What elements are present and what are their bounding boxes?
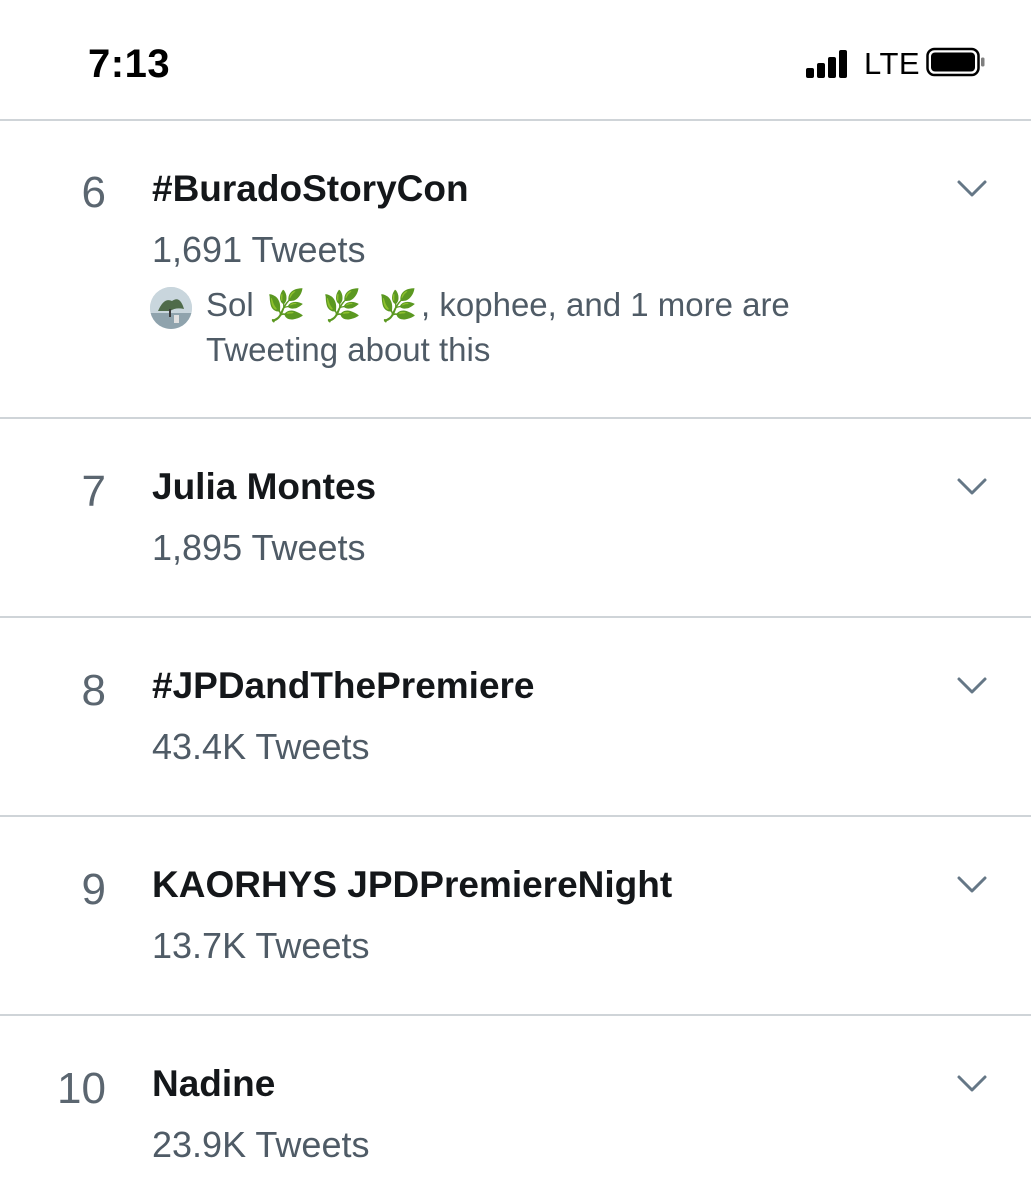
- chevron-down-icon[interactable]: [956, 873, 988, 897]
- trend-tweet-count: 1,691 Tweets: [152, 229, 366, 270]
- trend-name: KAORHYS JPDPremiereNight: [152, 864, 673, 905]
- trend-rank: 7: [81, 467, 106, 516]
- trend-rank: 6: [81, 168, 106, 217]
- trend-item[interactable]: 10 Nadine 23.9K Tweets: [0, 1016, 1031, 1200]
- chevron-down-icon[interactable]: [956, 475, 988, 499]
- trend-tweet-count: 1,895 Tweets: [152, 527, 366, 568]
- trend-item[interactable]: 9 KAORHYS JPDPremiereNight 13.7K Tweets: [0, 817, 1031, 1016]
- social-context-suffix: , kophee, and 1 more are: [421, 286, 790, 323]
- trend-tweet-count: 13.7K Tweets: [152, 925, 370, 966]
- chevron-down-icon[interactable]: [956, 1072, 988, 1096]
- herb-emoji: 🌿: [378, 288, 418, 323]
- battery-icon: [926, 47, 985, 77]
- cellular-signal-icon: [806, 48, 856, 78]
- trend-rank: 9: [81, 865, 106, 914]
- trend-tweet-count: 23.9K Tweets: [152, 1124, 370, 1165]
- social-context-line2: Tweeting about this: [206, 331, 491, 368]
- trend-tweet-count: 43.4K Tweets: [152, 726, 370, 767]
- status-bar: 7:13 LTE: [0, 0, 1031, 121]
- social-user-name: Sol: [206, 286, 254, 323]
- herb-emoji: 🌿: [322, 288, 362, 323]
- trend-item[interactable]: 6 #BuradoStoryCon 1,691 Tweets Sol 🌿 🌿 🌿…: [0, 121, 1031, 419]
- trend-name: Nadine: [152, 1063, 276, 1104]
- status-time: 7:13: [88, 42, 171, 86]
- trend-name: #BuradoStoryCon: [152, 168, 469, 209]
- trend-item[interactable]: 8 #JPDandThePremiere 43.4K Tweets: [0, 618, 1031, 817]
- trend-item[interactable]: 7 Julia Montes 1,895 Tweets: [0, 419, 1031, 618]
- user-avatar: [150, 287, 192, 329]
- herb-emoji: 🌿: [266, 288, 306, 323]
- chevron-down-icon[interactable]: [956, 177, 988, 201]
- network-type: LTE: [864, 46, 921, 81]
- trend-rank: 10: [57, 1064, 106, 1113]
- trend-rank: 8: [81, 666, 106, 715]
- trend-name: #JPDandThePremiere: [152, 665, 535, 706]
- chevron-down-icon[interactable]: [956, 674, 988, 698]
- trend-name: Julia Montes: [152, 466, 377, 507]
- social-context-text: Sol 🌿 🌿 🌿, kophee, and 1 more are Tweeti…: [206, 283, 896, 372]
